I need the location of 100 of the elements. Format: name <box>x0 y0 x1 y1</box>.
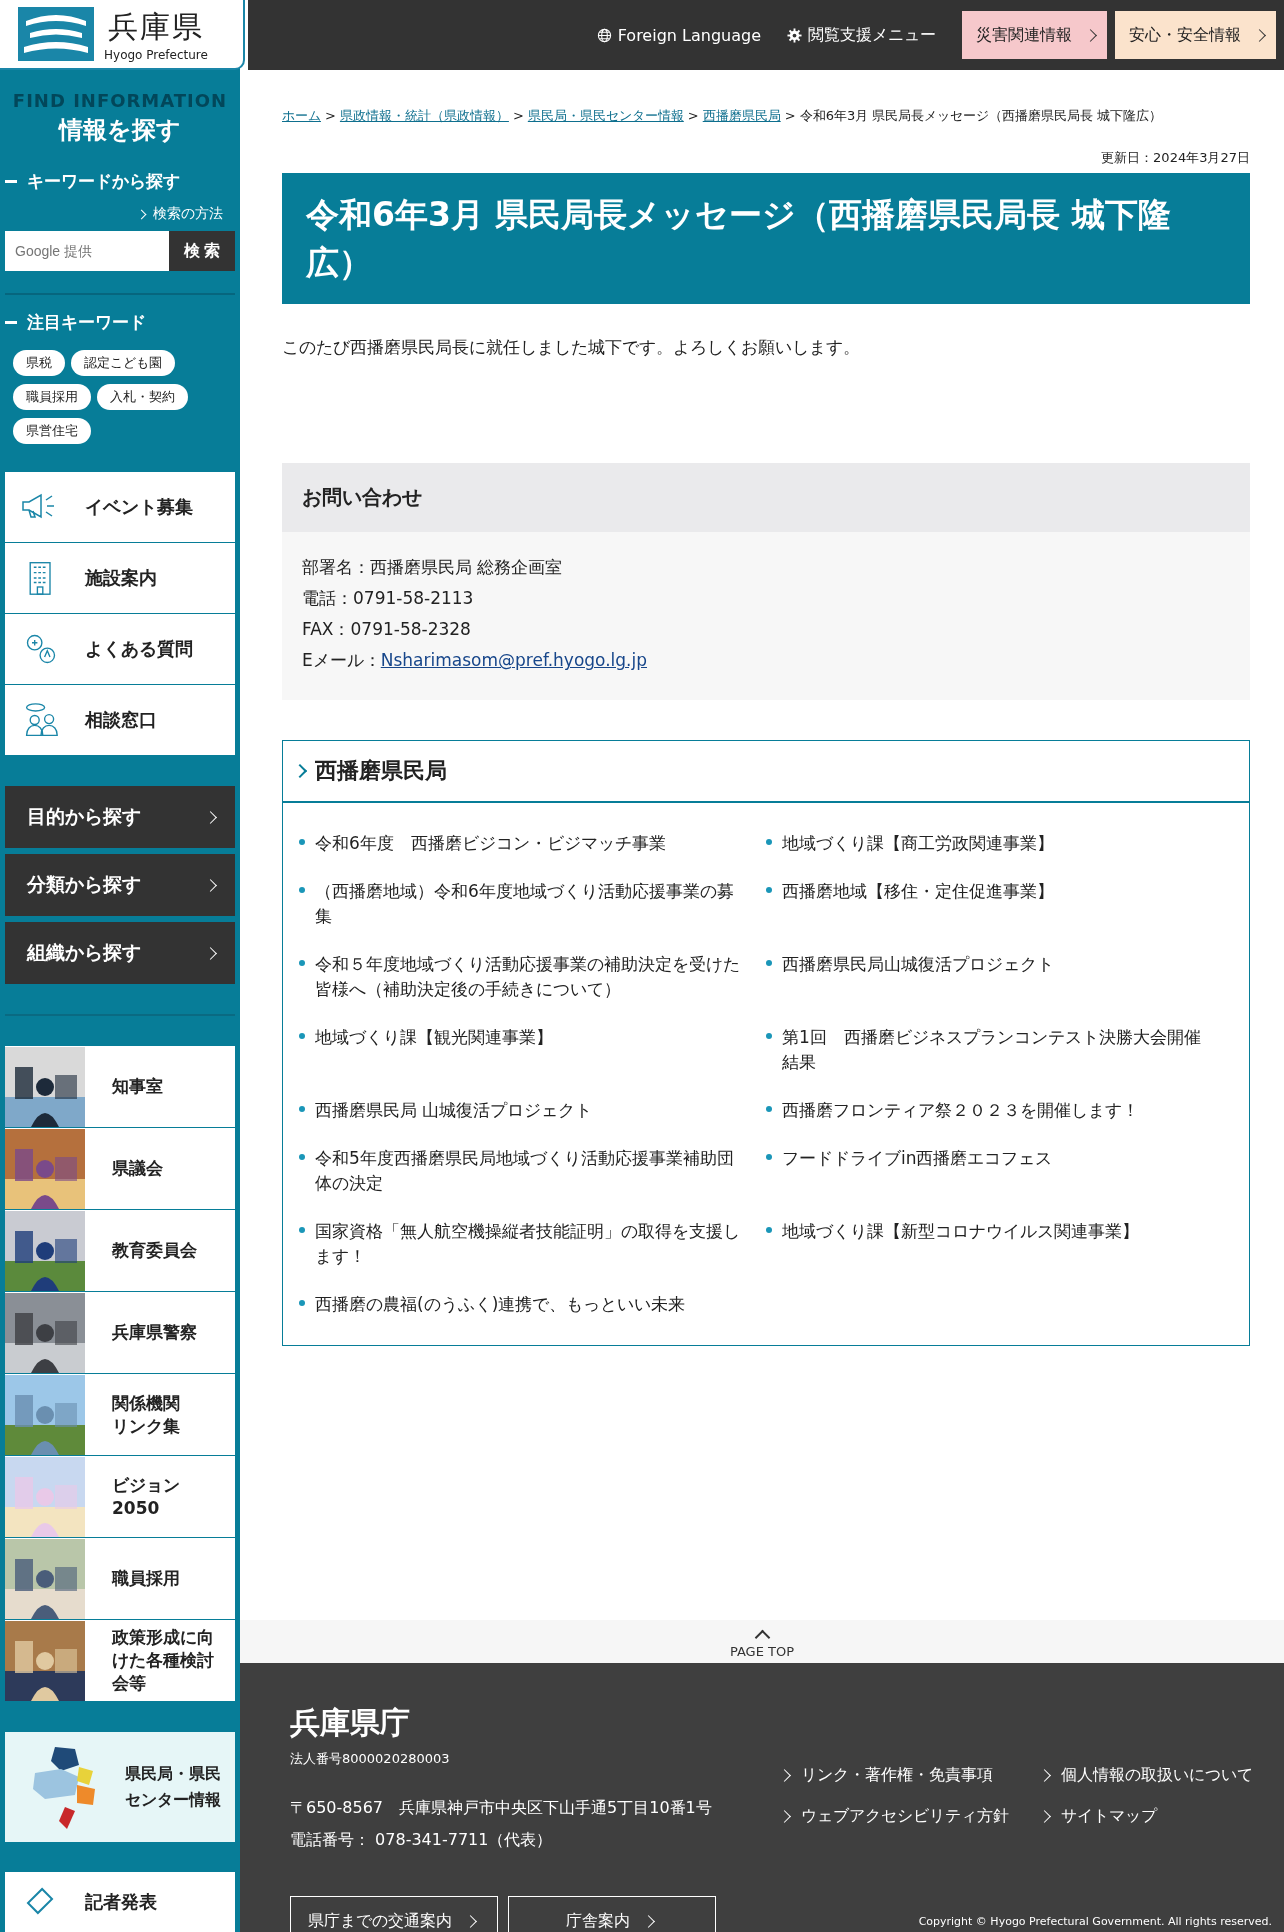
article-link[interactable]: 令和５年度地域づくり活動応援事業の補助決定を受けた皆様へ（補助決定後の手続きについて） <box>315 952 742 1003</box>
map-link-label: センター情報 <box>125 1789 221 1811</box>
logo-mark-icon <box>18 7 94 61</box>
contact-line: 部署名：西播磨県民局 総務企画室 <box>302 556 564 580</box>
breadcrumb-link[interactable]: 西播磨県民局 <box>702 108 781 123</box>
footer-link[interactable]: ウェブアクセシビリティ方針 <box>780 1806 1040 1827</box>
breadcrumb-link[interactable]: ホーム <box>282 108 321 123</box>
nav-item[interactable]: よくある質問 <box>5 614 235 685</box>
keyword-tag[interactable]: 入札・契約 <box>97 384 188 410</box>
bullet-icon <box>299 960 305 967</box>
page-top-button[interactable]: PAGE TOP <box>240 1620 1284 1663</box>
decorative-heading: FIND INFORMATION <box>12 90 228 112</box>
footer-button[interactable]: 県庁までの交通案内 <box>290 1896 498 1932</box>
bullet-icon <box>766 887 772 894</box>
phone-text: 電話番号： 078-341-7711（代表） <box>290 1829 554 1851</box>
breadcrumb-separator: > <box>784 108 796 123</box>
corporate-number: 法人番号8000020280003 <box>290 1750 451 1768</box>
search-help-link[interactable]: 検索の方法 <box>138 205 223 223</box>
article-link[interactable]: 西播磨県民局山城復活プロジェクト <box>782 952 1054 1003</box>
bullet-icon <box>299 1227 305 1234</box>
photo-link[interactable]: 知事室 <box>5 1046 235 1128</box>
bullet-icon <box>766 1106 772 1113</box>
article-link[interactable]: 地域づくり課【新型コロナウイルス関連事業】 <box>782 1219 1139 1270</box>
email-link[interactable]: Nsharimasom@pref.hyogo.lg.jp <box>380 650 647 671</box>
bullet-icon <box>299 839 305 846</box>
section-heading: 注目キーワード <box>27 311 146 334</box>
photo-link[interactable]: 県議会 <box>5 1128 235 1210</box>
photo-link[interactable]: 関係機関 リンク集 <box>5 1374 235 1456</box>
keyword-tag[interactable]: 職員採用 <box>13 384 91 410</box>
alert-button[interactable]: 災害関連情報 <box>962 11 1107 59</box>
footer-link[interactable]: 個人情報の取扱いについて <box>1040 1765 1272 1786</box>
breadcrumb-link[interactable]: 県民局・県民センター情報 <box>527 108 684 123</box>
keyword-tag[interactable]: 県税 <box>13 350 65 376</box>
breadcrumb-separator: > <box>687 108 699 123</box>
article-link[interactable]: 西播磨フロンティア祭２０２３を開催します！ <box>782 1098 1139 1124</box>
map-link-label: 県民局・県民 <box>125 1763 221 1786</box>
footer-link[interactable]: サイトマップ <box>1040 1806 1272 1827</box>
footer-button[interactable]: 庁舎案内 <box>508 1896 716 1932</box>
contact-line: FAX：0791-58-2328 <box>302 618 472 642</box>
updated-date: 更新日：2024年3月27日 <box>1101 149 1250 165</box>
article-link[interactable]: 地域づくり課【観光関連事業】 <box>315 1025 553 1076</box>
logo-name: 兵庫県 <box>107 7 204 46</box>
bullet-icon <box>299 1154 305 1161</box>
article-link[interactable]: 令和5年度西播磨県民局地域づくり活動応援事業補助団体の決定 <box>315 1146 742 1197</box>
photo-link[interactable]: ビジョン 2050 <box>5 1456 235 1538</box>
photo-link[interactable]: 政策形成に向 けた各種検討 会等 <box>5 1620 235 1702</box>
article-link[interactable]: 国家資格「無人航空機操縦者技能証明」の取得を支援します！ <box>315 1219 742 1270</box>
photo-link[interactable]: 兵庫県警察 <box>5 1292 235 1374</box>
article-link[interactable]: 西播磨県民局 山城復活プロジェクト <box>315 1098 593 1124</box>
browse-button[interactable]: 組織から探す <box>5 922 235 984</box>
contact-label: Eメール： <box>302 650 381 671</box>
browse-button[interactable]: 分類から探す <box>5 854 235 916</box>
article-link[interactable]: 西播磨の農福(のうふく)連携で、もっといい未来 <box>315 1292 686 1318</box>
article-link[interactable]: 令和6年度 西播磨ビジコン・ビジマッチ事業 <box>315 831 666 857</box>
keyword-tag[interactable]: 県営住宅 <box>13 418 91 444</box>
bullet-icon <box>766 839 772 846</box>
nav-item[interactable]: イベント募集 <box>5 472 235 543</box>
photo-link[interactable]: 職員採用 <box>5 1538 235 1620</box>
sidebar-title: 情報を探す <box>57 115 182 146</box>
dash-icon <box>5 321 17 324</box>
address-text: 〒650-8567 兵庫県神戸市中央区下山手通5丁目10番1号 <box>290 1797 713 1819</box>
article-link[interactable]: 西播磨地域【移住・定住促進事業】 <box>782 879 1054 930</box>
copyright-text: Copyright © Hyogo Prefectural Government. All rights reserved. <box>917 1915 1272 1930</box>
browse-button[interactable]: 目的から探す <box>5 786 235 848</box>
breadcrumb-separator: > <box>325 108 336 123</box>
section-heading: 西播磨県民局 <box>315 757 447 786</box>
search-field[interactable]: Google 提供 <box>5 231 169 271</box>
intro-text: このたび西播磨県民局長に就任しました城下です。よろしくお願いします。 <box>282 336 861 360</box>
alert-button[interactable]: 安心・安全情報 <box>1115 11 1276 59</box>
bullet-icon <box>299 887 305 894</box>
bullet-icon <box>766 960 772 967</box>
breadcrumb-separator: > <box>512 108 524 123</box>
dash-icon <box>5 180 17 183</box>
article-link[interactable]: 地域づくり課【商工労政関連事業】 <box>782 831 1054 857</box>
article-link[interactable]: 第1回 西播磨ビジネスプランコンテスト決勝大会開催結果 <box>782 1025 1209 1076</box>
page-title: 令和6年3月 県民局長メッセージ（西播磨県民局長 城下隆広） <box>282 172 1250 305</box>
nav-item[interactable]: 施設案内 <box>5 543 235 614</box>
photo-link[interactable]: 教育委員会 <box>5 1210 235 1292</box>
footer-link[interactable]: リンク・著作権・免責事項 <box>780 1765 1040 1786</box>
bullet-icon <box>299 1106 305 1113</box>
article-link[interactable]: フードドライブin西播磨エコフェス <box>782 1146 1053 1197</box>
contact-heading: お問い合わせ <box>282 463 1250 533</box>
map-link[interactable]: 県民局・県民 センター情報 <box>5 1732 235 1842</box>
header-link[interactable]: Foreign Language <box>596 25 761 45</box>
nav-item[interactable]: 相談窓口 <box>5 685 235 756</box>
bullet-icon <box>766 1227 772 1234</box>
search-button[interactable]: 検 索 <box>169 231 235 271</box>
bullet-icon <box>299 1300 305 1307</box>
contact-line: 電話：0791-58-2113 <box>302 587 475 611</box>
keyword-tag[interactable]: 認定こども園 <box>71 350 175 376</box>
header-link[interactable]: 閲覧支援メニュー <box>787 24 936 46</box>
logo-subtitle: Hyogo Prefecture <box>104 47 208 62</box>
article-link[interactable]: （西播磨地域）令和6年度地域づくり活動応援事業の募集 <box>315 879 742 930</box>
breadcrumb-link[interactable]: 県政情報・統計（県政情報） <box>339 108 509 123</box>
section-heading: キーワードから探す <box>27 170 180 193</box>
breadcrumb-current: 令和6年3月 県民局長メッセージ（西播磨県民局長 城下隆広） <box>799 108 1163 123</box>
site-logo[interactable]: 兵庫県 Hyogo Prefecture <box>0 0 245 70</box>
settings-icon <box>787 27 802 43</box>
bullet-icon <box>766 1033 772 1040</box>
nav-item[interactable]: 記者発表 <box>5 1872 235 1932</box>
